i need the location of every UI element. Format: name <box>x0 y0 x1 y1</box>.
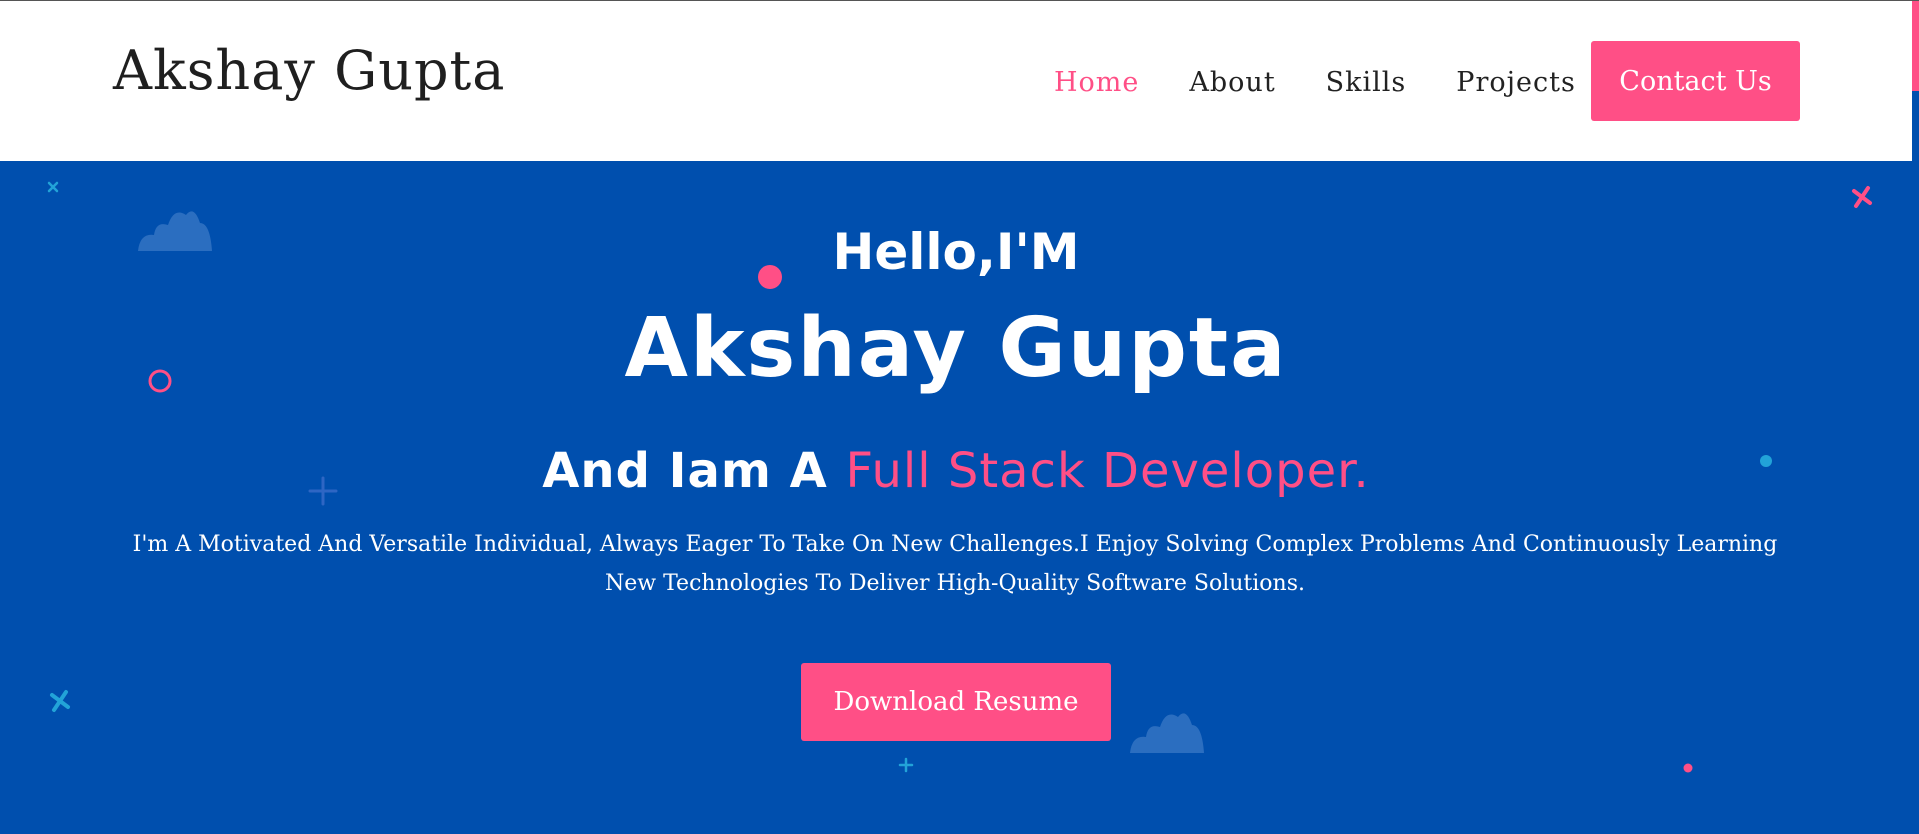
hero-name: Akshay Gupta <box>624 301 1288 396</box>
plus-icon <box>898 757 914 773</box>
cross-icon <box>1852 186 1872 208</box>
hero-greeting: Hello,I'M <box>832 223 1080 281</box>
scrollbar-thumb[interactable] <box>1912 1 1919 91</box>
circle-dot-icon <box>1683 763 1693 773</box>
hero-role: And Iam A Full Stack Developer. <box>0 443 1912 499</box>
hero-description: I'm A Motivated And Versatile Individual… <box>132 532 1778 596</box>
hero-section: Hello,I'M Akshay Gupta And Iam A Full St… <box>0 161 1912 834</box>
main-nav: Home About Skills Projects <box>1054 67 1576 98</box>
contact-us-button[interactable]: Contact Us <box>1591 41 1800 121</box>
nav-about[interactable]: About <box>1189 67 1275 98</box>
page: Akshay Gupta Home About Skills Projects … <box>0 0 1919 834</box>
nav-projects[interactable]: Projects <box>1456 67 1576 98</box>
role-highlight: Full Stack Developer. <box>845 443 1370 499</box>
cross-icon <box>50 690 70 712</box>
nav-home[interactable]: Home <box>1054 67 1139 98</box>
scrollbar-track[interactable] <box>1912 91 1919 834</box>
site-header: Akshay Gupta Home About Skills Projects … <box>0 1 1912 161</box>
brand-logo[interactable]: Akshay Gupta <box>113 39 505 102</box>
cloud-icon <box>1130 713 1204 753</box>
nav-skills[interactable]: Skills <box>1326 67 1407 98</box>
download-resume-button[interactable]: Download Resume <box>801 663 1111 741</box>
cross-icon <box>47 181 59 193</box>
role-prefix: And Iam A <box>542 443 846 499</box>
